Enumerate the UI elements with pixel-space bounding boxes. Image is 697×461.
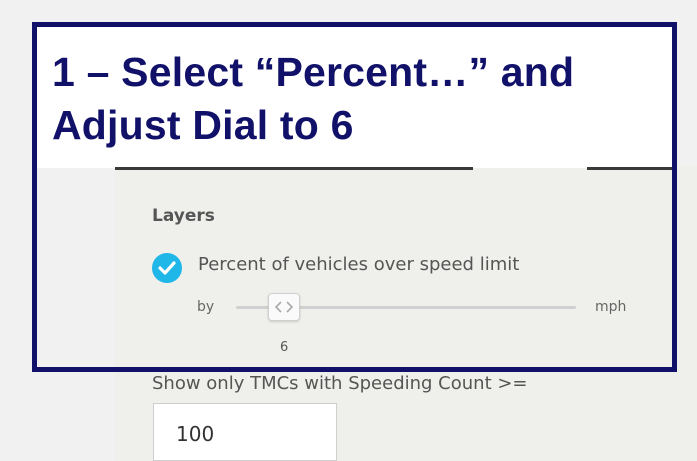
- speeding-count-input[interactable]: 100: [153, 403, 337, 461]
- callout-frame: [32, 22, 677, 372]
- speeding-count-label: Show only TMCs with Speeding Count >=: [152, 373, 528, 394]
